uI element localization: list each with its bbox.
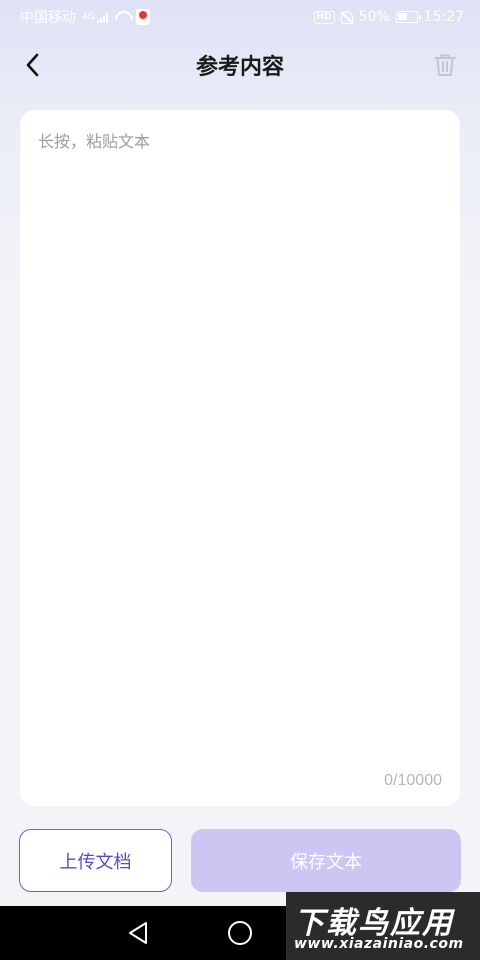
reference-text-input[interactable] <box>38 128 442 758</box>
nav-home-circle-icon[interactable] <box>228 921 252 945</box>
trash-icon <box>434 54 456 76</box>
page-title: 参考内容 <box>195 55 284 80</box>
status-right: HD 50% 15:27 <box>313 9 464 25</box>
nav-back-triangle-icon[interactable] <box>126 920 152 946</box>
save-text-button[interactable]: 保存文本 <box>191 829 461 892</box>
delete-button[interactable] <box>428 48 462 82</box>
char-counter: 0/10000 <box>384 772 442 789</box>
mute-icon <box>340 10 353 24</box>
header: 参考内容 <box>0 40 480 90</box>
watermark: 下载鸟应用 www.xiazainiao.com <box>286 892 480 960</box>
status-left: 中国移动 4G <box>20 7 150 27</box>
back-button[interactable] <box>16 48 50 82</box>
clock: 15:27 <box>423 9 464 25</box>
signal-icon <box>96 11 108 23</box>
watermark-url: www.xiazainiao.com <box>294 936 464 952</box>
battery-percent: 50% <box>358 9 390 25</box>
upload-document-button[interactable]: 上传文档 <box>19 829 172 892</box>
hd-icon: HD <box>313 10 335 24</box>
location-app-icon <box>135 9 150 25</box>
battery-icon <box>395 11 421 23</box>
status-bar: 中国移动 4G HD 50% 15:27 <box>0 0 480 34</box>
network-type-label: 4G <box>82 12 95 22</box>
wifi-icon <box>114 11 130 23</box>
text-card: 0/10000 <box>20 110 460 806</box>
carrier-label: 中国移动 <box>20 10 76 26</box>
chevron-left-icon <box>26 53 39 77</box>
